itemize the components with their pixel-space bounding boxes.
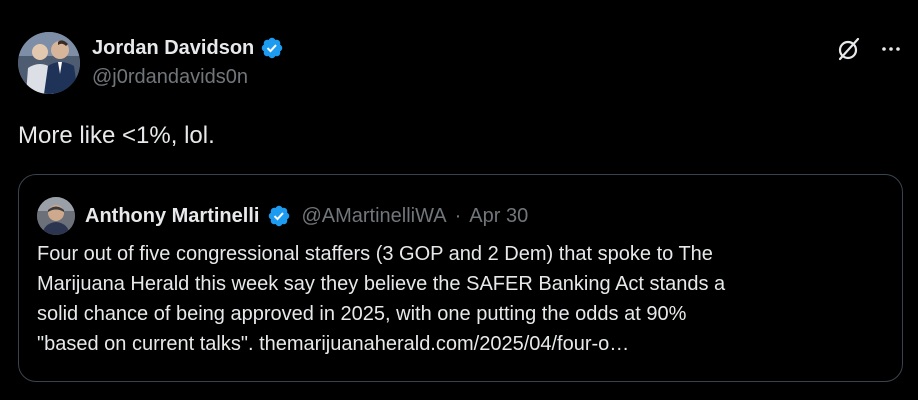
author-name[interactable]: Jordan Davidson bbox=[92, 37, 254, 60]
avatar-photo bbox=[18, 32, 80, 94]
more-icon[interactable] bbox=[880, 38, 902, 60]
quoted-text-line: Four out of five congressional staffers … bbox=[37, 243, 713, 265]
quoted-date[interactable]: Apr 30 bbox=[469, 205, 528, 228]
tweet: Jordan Davidson @j0rdandavids0n More lik… bbox=[0, 0, 918, 400]
quoted-author-row: Anthony Martinelli @AMartinelliWA · Apr … bbox=[37, 197, 528, 235]
avatar[interactable] bbox=[18, 32, 80, 94]
author-handle[interactable]: @j0rdandavids0n bbox=[92, 66, 248, 89]
quoted-text-line: "based on current talks". themarijuanahe… bbox=[37, 333, 630, 355]
quoted-author-handle[interactable]: @AMartinelliWA bbox=[301, 205, 446, 228]
quoted-tweet-text: Four out of five congressional staffers … bbox=[37, 239, 897, 359]
quoted-text-line: Marijuana Herald this week say they beli… bbox=[37, 273, 726, 295]
quoted-avatar[interactable] bbox=[37, 197, 75, 235]
quoted-tweet[interactable]: Anthony Martinelli @AMartinelliWA · Apr … bbox=[18, 174, 903, 382]
author-row: Jordan Davidson bbox=[92, 36, 284, 60]
quoted-text-line: solid chance of being approved in 2025, … bbox=[37, 303, 687, 325]
quoted-verified-badge-icon[interactable] bbox=[267, 204, 291, 228]
tweet-actions bbox=[836, 36, 902, 62]
separator-dot: · bbox=[454, 204, 462, 227]
tweet-text: More like <1%, lol. bbox=[18, 122, 215, 149]
quoted-avatar-photo bbox=[37, 197, 75, 235]
verified-badge-icon[interactable] bbox=[260, 36, 284, 60]
quoted-author-name[interactable]: Anthony Martinelli bbox=[85, 205, 259, 228]
grok-icon[interactable] bbox=[836, 36, 862, 62]
